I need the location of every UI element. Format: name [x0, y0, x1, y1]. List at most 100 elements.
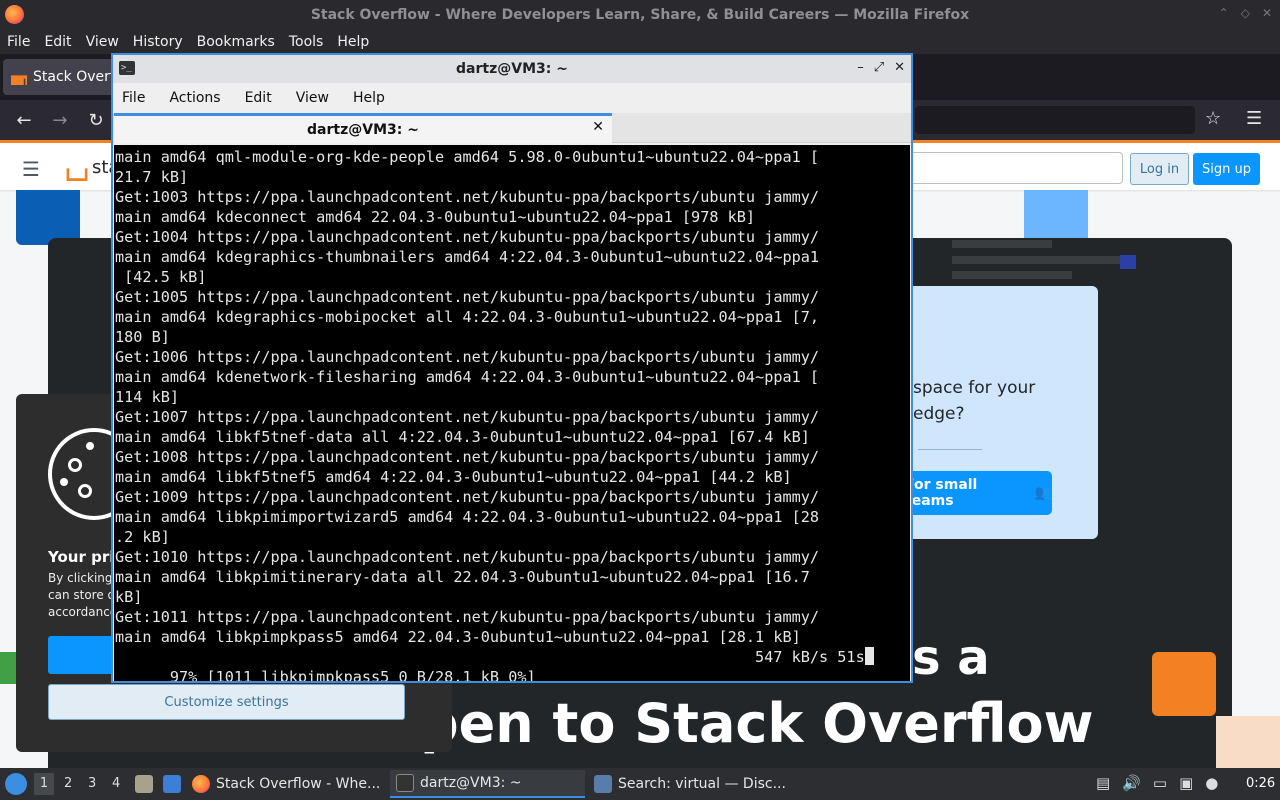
volume-icon[interactable]: 🔊 [1122, 774, 1141, 792]
terminal-window: >_ dartz@VM3: ~ – ⤢ ✕ File Actions Edit … [111, 53, 913, 683]
menu-tools[interactable]: Tools [289, 34, 324, 50]
teams-text-line: space for your [913, 378, 1036, 398]
menu-view[interactable]: View [86, 34, 119, 50]
signup-button[interactable]: Sign up [1193, 153, 1260, 185]
url-bar[interactable] [915, 106, 1195, 134]
term-menu-help[interactable]: Help [353, 90, 385, 106]
so-search-input[interactable] [900, 152, 1123, 184]
hero-deco-bar [952, 271, 1072, 279]
term-menu-actions[interactable]: Actions [169, 90, 220, 106]
terminal-window-title: dartz@VM3: ~ [456, 61, 568, 77]
terminal-window-controls: – ⤢ ✕ [857, 60, 905, 75]
menu-history[interactable]: History [133, 34, 183, 50]
maximize-icon[interactable]: ⤢ [874, 60, 884, 75]
download-rate: 547 kB/s 51s [755, 647, 874, 667]
discover-icon [594, 775, 612, 793]
term-menu-view[interactable]: View [296, 90, 329, 106]
menu-bookmarks[interactable]: Bookmarks [197, 34, 275, 50]
terminal-line: Get:1007 https://ppa.launchpadcontent.ne… [115, 408, 820, 426]
tab-title: Stack Overf [33, 69, 115, 85]
terminal-cursor [864, 647, 874, 665]
customize-settings-button[interactable]: Customize settings [48, 684, 405, 720]
terminal-line: main amd64 libkpimimportwizard5 amd64 4:… [115, 508, 820, 526]
terminal-line: main amd64 kdenetwork-filesharing amd64 … [115, 368, 820, 386]
terminal-line: main amd64 qml-module-org-kde-people amd… [115, 148, 820, 166]
task-label: dartz@VM3: ~ [420, 775, 522, 791]
terminal-line: Get:1003 https://ppa.launchpadcontent.ne… [115, 188, 820, 206]
task-terminal[interactable]: dartz@VM3: ~ [390, 770, 585, 798]
menu-help[interactable]: Help [337, 34, 369, 50]
start-menu-icon[interactable] [5, 773, 27, 795]
forward-icon[interactable]: → [42, 110, 78, 131]
download-progress: 97% [1011 libkpimpkpass5 0 B/28.1 kB 0%] [169, 668, 536, 681]
term-menu-file[interactable]: File [122, 90, 145, 106]
task-firefox[interactable]: Stack Overflow - Whe... [192, 770, 382, 798]
terminal-tab[interactable]: dartz@VM3: ~ ✕ [114, 113, 612, 143]
reload-icon[interactable]: ↻ [78, 110, 114, 131]
file-manager-icon[interactable] [135, 775, 153, 793]
app-menu-icon[interactable]: ☰ [1246, 108, 1262, 129]
maximize-icon[interactable]: ◇ [1241, 6, 1250, 20]
minimize-icon[interactable]: – [857, 60, 864, 75]
task-label: Search: virtual — Disc... [618, 776, 786, 792]
hero-deco-blue [16, 190, 80, 245]
terminal-menubar: File Actions Edit View Help [113, 83, 911, 113]
stackoverflow-logo-icon[interactable] [66, 168, 88, 181]
workspace-2[interactable]: 2 [64, 776, 72, 791]
terminal-line: kB] [115, 588, 143, 606]
menu-edit[interactable]: Edit [44, 34, 71, 50]
terminal-tab-title: dartz@VM3: ~ [307, 121, 419, 138]
task-label: Stack Overflow - Whe... [216, 776, 381, 792]
files-icon[interactable]: ▭ [1153, 774, 1167, 792]
clock[interactable]: 0:26 [1246, 776, 1275, 791]
teams-small-button[interactable]: For small teams 👥 [905, 471, 1052, 515]
terminal-line: main amd64 kdeconnect amd64 22.04.3-0ubu… [115, 208, 756, 226]
workspace-4[interactable]: 4 [112, 776, 120, 791]
workspace-3[interactable]: 3 [88, 776, 96, 791]
terminal-tabbar: dartz@VM3: ~ ✕ [113, 113, 911, 143]
hero-heading-line2: pen to Stack Overflow [420, 692, 1094, 755]
term-menu-edit[interactable]: Edit [245, 90, 272, 106]
network-icon[interactable]: ▣ [1179, 774, 1193, 792]
terminal-titlebar[interactable]: >_ dartz@VM3: ~ – ⤢ ✕ [113, 55, 911, 83]
hero-deco-light-blue [1024, 190, 1088, 240]
stackoverflow-favicon-icon [11, 75, 27, 85]
close-icon[interactable]: ✕ [1262, 6, 1272, 20]
teams-text-line: edge? [913, 404, 965, 424]
terminal-line: 114 kB] [115, 388, 180, 406]
firefox-icon [5, 5, 24, 24]
terminal-line: Get:1005 https://ppa.launchpadcontent.ne… [115, 288, 820, 306]
teams-card-text: space for your edge? [913, 375, 1035, 427]
teams-divider [918, 449, 982, 450]
terminal-line: main amd64 kdegraphics-mobipocket all 4:… [115, 308, 820, 326]
minimize-icon[interactable]: ⌃ [1219, 6, 1229, 20]
hero-deco-square [1120, 255, 1136, 269]
firefox-menubar: File Edit View History Bookmarks Tools H… [0, 29, 1280, 54]
so-hamburger-icon[interactable]: ☰ [22, 157, 40, 181]
updates-icon[interactable]: ● [1205, 774, 1218, 792]
desktop-icon[interactable] [163, 775, 181, 793]
login-button[interactable]: Log in [1130, 153, 1189, 185]
terminal-line: main amd64 libkf5tnef-data all 4:22.04.3… [115, 428, 810, 446]
clipboard-icon[interactable]: ▤ [1096, 774, 1110, 792]
terminal-line: Get:1011 https://ppa.launchpadcontent.ne… [115, 608, 820, 626]
system-tray: ▤ 🔊 ▭ ▣ ● [1096, 774, 1218, 792]
menu-file[interactable]: File [7, 34, 30, 50]
hero-deco-bar [952, 256, 1122, 264]
task-discover[interactable]: Search: virtual — Disc... [594, 770, 794, 798]
terminal-line: [42.5 kB] [115, 268, 207, 286]
workspace-1[interactable]: 1 [34, 773, 54, 795]
hero-deco-bar [952, 240, 1052, 248]
close-icon[interactable]: ✕ [894, 60, 905, 75]
users-icon: 👥 [1034, 485, 1052, 501]
terminal-output[interactable]: main amd64 qml-module-org-kde-people amd… [114, 145, 910, 681]
back-icon[interactable]: ← [6, 110, 42, 131]
hero-heading-line1: s a [912, 630, 990, 686]
terminal-status-line: 97% [1011 libkpimpkpass5 0 B/28.1 kB 0%]… [115, 647, 910, 681]
bookmark-star-icon[interactable]: ☆ [1205, 108, 1221, 129]
terminal-line: main amd64 libkpimpkpass5 amd64 22.04.3-… [115, 628, 801, 646]
terminal-line: Get:1006 https://ppa.launchpadcontent.ne… [115, 348, 820, 366]
close-tab-icon[interactable]: ✕ [592, 119, 604, 135]
terminal-line: Get:1008 https://ppa.launchpadcontent.ne… [115, 448, 820, 466]
terminal-line: .2 kB] [115, 528, 170, 546]
